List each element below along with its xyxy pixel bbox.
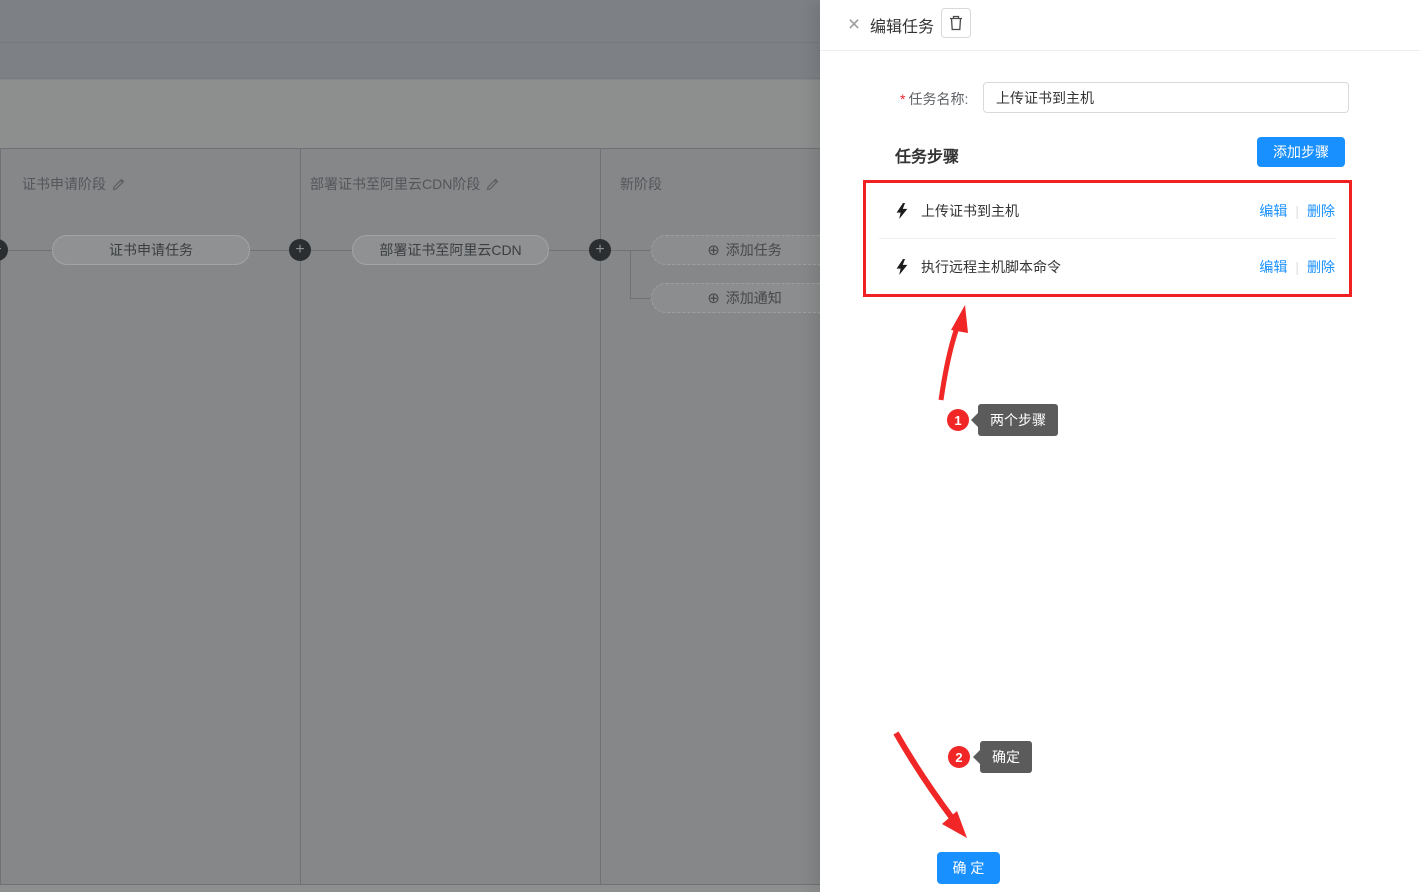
annotation-badge-1: 1 bbox=[947, 409, 969, 431]
task-name-input[interactable] bbox=[983, 82, 1349, 113]
add-step-button[interactable]: 添加步骤 bbox=[1257, 137, 1345, 167]
annotation-badge-2: 2 bbox=[948, 746, 970, 768]
step-name: 执行远程主机脚本命令 bbox=[921, 257, 1259, 277]
task-node-cert-apply[interactable]: 证书申请任务 bbox=[52, 235, 250, 265]
app-header-divider bbox=[0, 42, 820, 43]
trash-icon bbox=[949, 15, 963, 31]
link-separator: | bbox=[1295, 203, 1299, 219]
stage-title-2: 部署证书至阿里云CDN阶段 bbox=[310, 174, 499, 194]
pipeline-toolbar-dimmed bbox=[0, 80, 820, 149]
tooltip-text: 确定 bbox=[992, 747, 1020, 767]
annotation-arrows bbox=[820, 0, 1420, 892]
plus-icon: + bbox=[295, 242, 304, 258]
tooltip-text: 两个步骤 bbox=[990, 410, 1046, 430]
drawer-title: 编辑任务 bbox=[870, 13, 934, 37]
lightning-icon bbox=[896, 259, 908, 275]
circle-plus-icon: ⊕ bbox=[707, 291, 720, 306]
arrow-up-head bbox=[951, 305, 968, 333]
edit-pencil-icon[interactable] bbox=[112, 178, 125, 191]
add-task-node[interactable]: ⊕ 添加任务 bbox=[651, 235, 838, 265]
annotation-highlight-box: 上传证书到主机 编辑 | 删除 执行远程主机脚本命令 编辑 | 删除 bbox=[863, 180, 1352, 297]
annotation-tooltip-1: 两个步骤 bbox=[978, 404, 1058, 436]
edit-step-link[interactable]: 编辑 bbox=[1259, 257, 1287, 277]
step-row-2[interactable]: 执行远程主机脚本命令 编辑 | 删除 bbox=[866, 239, 1349, 294]
arrow-down-head bbox=[942, 811, 967, 838]
annotation-tooltip-2: 确定 bbox=[980, 741, 1032, 773]
stage-title-text: 新阶段 bbox=[620, 174, 662, 194]
plus-icon: + bbox=[0, 242, 2, 258]
add-notification-label: 添加通知 bbox=[726, 288, 782, 308]
pipeline-canvas: 证书申请阶段 部署证书至阿里云CDN阶段 新阶段 证书申请任务 部署证书至阿里云… bbox=[0, 0, 820, 892]
insert-stage-plus-button[interactable]: + bbox=[589, 239, 611, 261]
stage-title-text: 证书申请阶段 bbox=[22, 174, 106, 194]
delete-step-link[interactable]: 删除 bbox=[1307, 257, 1335, 277]
task-node-deploy-cdn[interactable]: 部署证书至阿里云CDN bbox=[352, 235, 549, 265]
step-row-1[interactable]: 上传证书到主机 编辑 | 删除 bbox=[866, 183, 1349, 238]
link-separator: | bbox=[1295, 259, 1299, 275]
plus-icon: + bbox=[595, 242, 604, 258]
task-name-label: *任务名称: bbox=[900, 89, 968, 109]
confirm-button[interactable]: 确 定 bbox=[937, 852, 1000, 884]
edit-task-drawer: × 编辑任务 *任务名称: 任务步骤 添加步骤 上传证书到主机 编辑 | 删除 bbox=[820, 0, 1420, 892]
stage-title-1: 证书申请阶段 bbox=[22, 174, 125, 194]
task-steps-heading: 任务步骤 bbox=[895, 143, 959, 167]
task-node-label: 部署证书至阿里云CDN bbox=[379, 240, 521, 260]
edit-pencil-icon[interactable] bbox=[486, 178, 499, 191]
canvas-bottom-strip bbox=[0, 885, 820, 892]
add-task-label: 添加任务 bbox=[726, 240, 782, 260]
app-header-dimmed bbox=[0, 0, 820, 79]
delete-task-button[interactable] bbox=[941, 8, 971, 38]
circle-plus-icon: ⊕ bbox=[707, 243, 720, 258]
branch-connector-stub bbox=[630, 298, 651, 299]
insert-stage-plus-button[interactable]: + bbox=[0, 239, 8, 261]
edit-step-link[interactable]: 编辑 bbox=[1259, 201, 1287, 221]
branch-connector-vertical bbox=[630, 250, 631, 298]
stage-title-3: 新阶段 bbox=[620, 174, 662, 194]
add-notification-node[interactable]: ⊕ 添加通知 bbox=[651, 283, 838, 313]
insert-stage-plus-button[interactable]: + bbox=[289, 239, 311, 261]
task-name-form-row: *任务名称: bbox=[820, 82, 1420, 113]
drawer-header: × 编辑任务 bbox=[820, 0, 1420, 51]
step-name: 上传证书到主机 bbox=[921, 201, 1259, 221]
required-asterisk: * bbox=[900, 91, 905, 107]
lightning-icon bbox=[896, 203, 908, 219]
delete-step-link[interactable]: 删除 bbox=[1307, 201, 1335, 221]
stage-title-text: 部署证书至阿里云CDN阶段 bbox=[310, 174, 480, 194]
task-node-label: 证书申请任务 bbox=[109, 240, 193, 260]
close-icon[interactable]: × bbox=[842, 11, 866, 39]
